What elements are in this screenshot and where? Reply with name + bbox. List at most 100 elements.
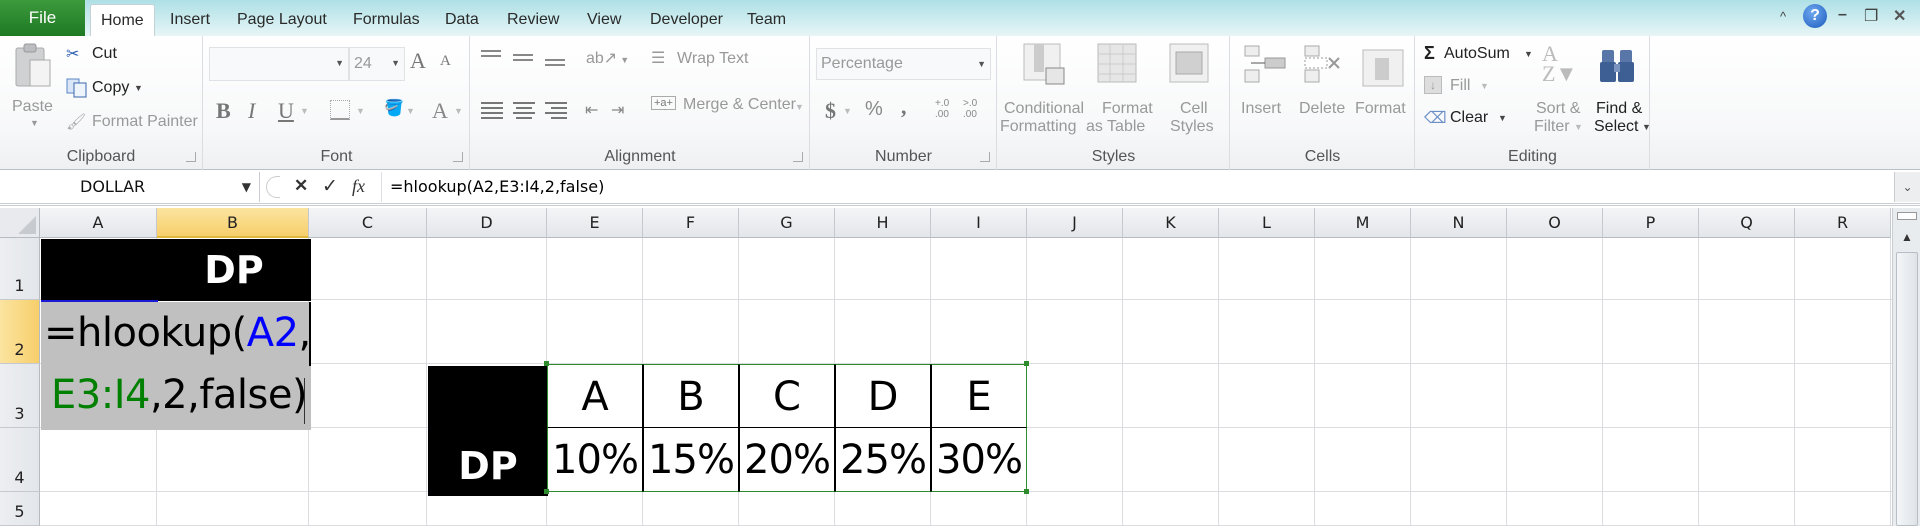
number-launcher-icon[interactable]	[980, 152, 990, 162]
lookup-header-cell[interactable]: D	[835, 364, 931, 428]
formula-bar-splitter[interactable]	[266, 176, 280, 198]
column-header-j[interactable]: J	[1027, 208, 1123, 238]
fill-color-button[interactable]: 🪣	[384, 98, 404, 118]
delete-cells-button[interactable]: Delete	[1295, 40, 1351, 140]
insert-function-icon[interactable]: fx	[352, 176, 365, 197]
font-name-select[interactable]: ▼	[209, 47, 349, 81]
bold-button[interactable]: B	[216, 98, 231, 124]
collapse-ribbon-icon[interactable]: ^	[1780, 9, 1786, 24]
borders-button[interactable]	[330, 100, 350, 120]
italic-button[interactable]: I	[248, 98, 255, 124]
cell-styles-button[interactable]: Cell Styles	[1158, 40, 1224, 140]
font-size-select[interactable]: 24 ▼	[349, 47, 405, 81]
lookup-header-cell[interactable]: B	[643, 364, 739, 428]
enter-icon[interactable]: ✓	[322, 175, 338, 198]
column-header-r[interactable]: R	[1795, 208, 1891, 238]
expand-formula-bar-icon[interactable]: ⌄	[1894, 172, 1920, 202]
cut-button[interactable]: ✂ Cut	[66, 44, 166, 66]
tab-insert[interactable]: Insert	[160, 4, 220, 36]
name-box[interactable]: DOLLAR ▼	[0, 172, 260, 202]
restore-icon[interactable]: ❐	[1864, 6, 1878, 26]
lookup-value-cell[interactable]: 30%	[931, 428, 1027, 492]
tab-view[interactable]: View	[577, 4, 631, 36]
tab-page-layout[interactable]: Page Layout	[227, 4, 337, 36]
select-all-button[interactable]	[0, 208, 40, 238]
merge-center-button[interactable]: +a+ Merge & Center ▼	[651, 92, 811, 118]
font-launcher-icon[interactable]	[453, 152, 463, 162]
column-header-b[interactable]: B	[157, 208, 309, 238]
lookup-header-cell[interactable]: E	[931, 364, 1027, 428]
shrink-font-button[interactable]: A	[440, 53, 451, 70]
number-format-select[interactable]: Percentage ▼	[816, 48, 991, 80]
range-corner-handle[interactable]	[1024, 361, 1029, 366]
lookup-value-cell[interactable]: 20%	[739, 428, 835, 492]
tab-developer[interactable]: Developer	[640, 4, 733, 36]
close-icon[interactable]: ✕	[1893, 6, 1906, 26]
cell-b2-editor[interactable]: =hlookup(A2, E3:I4,2,false)	[41, 302, 311, 430]
find-select-button[interactable]: Find & Select ▼	[1588, 40, 1651, 140]
insert-cells-button[interactable]: Insert	[1235, 40, 1291, 140]
currency-button[interactable]: $	[825, 98, 836, 124]
font-color-button[interactable]: A	[432, 98, 448, 124]
row-header-3[interactable]: 3	[0, 364, 40, 428]
increase-decimal-button[interactable]: +.0 .00	[935, 98, 957, 120]
column-header-c[interactable]: C	[309, 208, 427, 238]
column-header-q[interactable]: Q	[1699, 208, 1795, 238]
row-header-1[interactable]: 1	[0, 238, 40, 300]
tab-data[interactable]: Data	[435, 4, 489, 36]
alignment-launcher-icon[interactable]	[793, 152, 803, 162]
tab-formulas[interactable]: Formulas	[343, 4, 430, 36]
name-box-dropdown-icon[interactable]: ▼	[242, 172, 251, 202]
cancel-icon[interactable]: ✕	[294, 176, 308, 196]
fill-button[interactable]: ↓ Fill ▼	[1424, 76, 1494, 98]
formula-input[interactable]: =hlookup(A2,E3:I4,2,false)	[390, 172, 604, 202]
lookup-value-cell[interactable]: 15%	[643, 428, 739, 492]
format-as-table-button[interactable]: Format as Table	[1084, 40, 1154, 140]
column-header-d[interactable]: D	[427, 208, 547, 238]
column-header-g[interactable]: G	[739, 208, 835, 238]
column-header-n[interactable]: N	[1411, 208, 1507, 238]
clipboard-launcher-icon[interactable]	[186, 152, 196, 162]
autosum-button[interactable]: Σ AutoSum ▼	[1424, 43, 1534, 66]
scroll-up-icon[interactable]: ▲	[1896, 226, 1918, 248]
decrease-indent-button[interactable]: ⇤	[585, 100, 598, 120]
format-cells-button[interactable]: Format	[1353, 40, 1413, 140]
row-header-2[interactable]: 2	[0, 300, 40, 364]
lookup-header-cell[interactable]: C	[739, 364, 835, 428]
column-header-i[interactable]: I	[931, 208, 1027, 238]
sort-filter-button[interactable]: A Z▼ Sort & Filter ▼	[1532, 40, 1588, 140]
column-header-e[interactable]: E	[547, 208, 643, 238]
split-handle[interactable]	[1897, 212, 1917, 220]
column-header-l[interactable]: L	[1219, 208, 1315, 238]
column-header-o[interactable]: O	[1507, 208, 1603, 238]
wrap-text-button[interactable]: ☰ Wrap Text	[651, 46, 801, 72]
increase-indent-button[interactable]: ⇥	[611, 100, 624, 120]
orientation-button[interactable]: ab↗ ▼	[586, 48, 629, 68]
percent-button[interactable]: %	[865, 98, 883, 121]
lookup-value-cell[interactable]: 10%	[547, 428, 643, 492]
range-corner-handle[interactable]	[544, 489, 549, 494]
tab-review[interactable]: Review	[497, 4, 569, 36]
paste-button[interactable]: Paste ▼	[8, 40, 60, 130]
underline-button[interactable]: U	[278, 98, 294, 124]
range-corner-handle[interactable]	[1024, 489, 1029, 494]
tab-team[interactable]: Team	[737, 4, 796, 36]
tab-file[interactable]: File	[0, 0, 85, 36]
decrease-decimal-button[interactable]: >.0 .00	[963, 98, 985, 120]
column-header-h[interactable]: H	[835, 208, 931, 238]
column-header-k[interactable]: K	[1123, 208, 1219, 238]
comma-button[interactable]: ,	[901, 94, 907, 120]
vertical-align-icons[interactable]	[479, 48, 579, 68]
minimize-icon[interactable]: –	[1838, 6, 1847, 24]
format-painter-button[interactable]: 🖌 Format Painter	[66, 112, 206, 134]
lookup-value-cell[interactable]: 25%	[835, 428, 931, 492]
conditional-formatting-button[interactable]: Conditional Formatting	[1000, 40, 1084, 140]
copy-button[interactable]: Copy ▼	[66, 78, 166, 100]
horizontal-align-icons[interactable]	[479, 100, 579, 122]
help-icon[interactable]: ?	[1803, 4, 1827, 28]
range-corner-handle[interactable]	[544, 361, 549, 366]
column-header-m[interactable]: M	[1315, 208, 1411, 238]
grow-font-button[interactable]: A	[410, 48, 426, 74]
lookup-header-cell[interactable]: A	[547, 364, 643, 428]
tab-home[interactable]: Home	[90, 4, 155, 36]
